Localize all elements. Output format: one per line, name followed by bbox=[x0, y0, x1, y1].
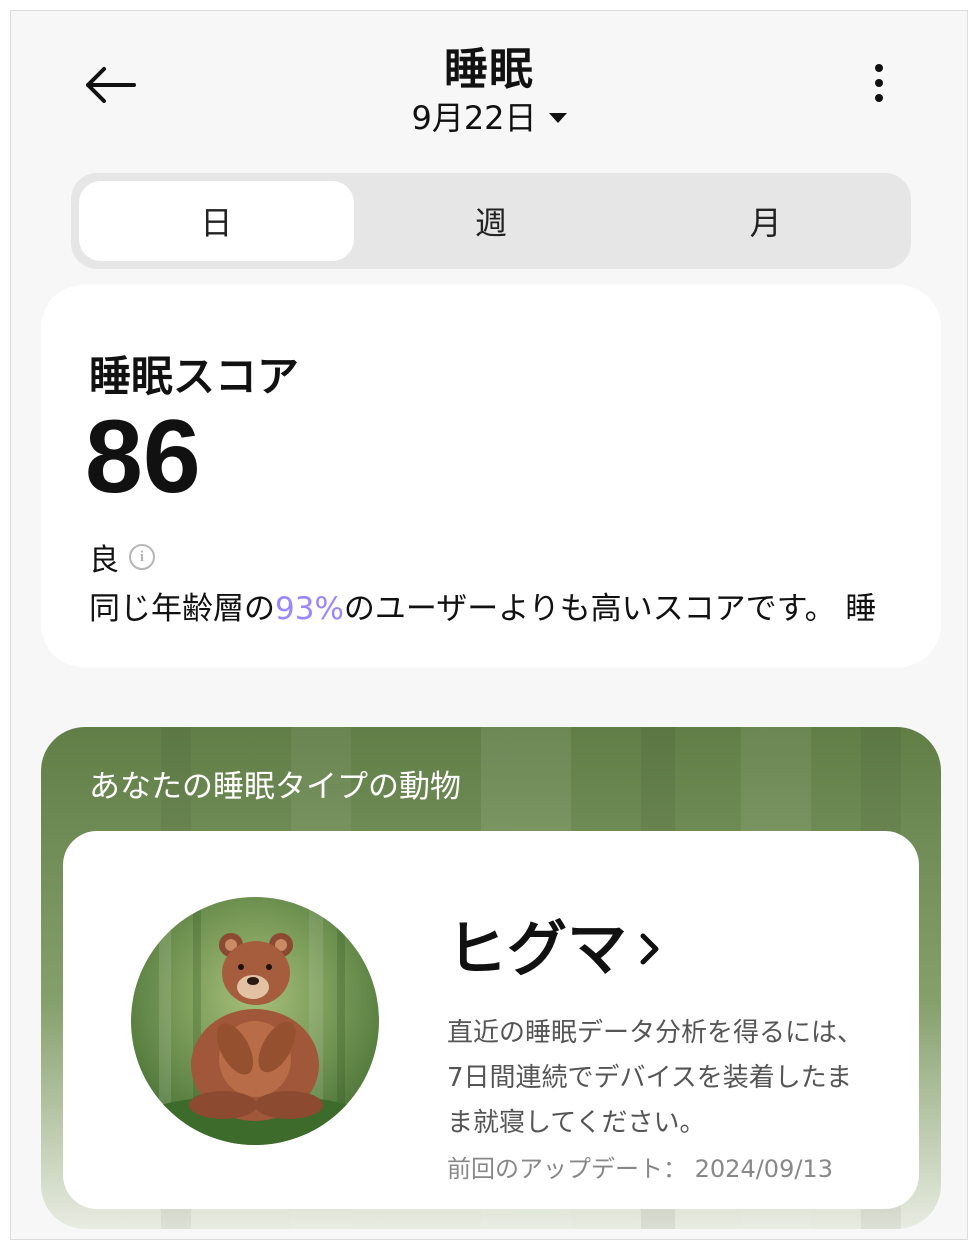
last-update-label: 前回のアップデート： bbox=[447, 1155, 687, 1183]
caret-down-icon bbox=[548, 113, 567, 123]
comparison-percent: 93% bbox=[275, 591, 344, 627]
sleep-animal-detail[interactable]: ヒグマ 直近の睡眠データ分析を得るには、7日間連続でデバイスを装着したまま就寝し… bbox=[63, 831, 919, 1209]
more-vertical-icon-dot bbox=[875, 64, 883, 72]
bear-illustration bbox=[131, 897, 379, 1145]
sleep-animal-card: あなたの睡眠タイプの動物 ヒグマ 直近の睡眠データ分析を得るには、7日間連続でデ… bbox=[41, 727, 941, 1229]
page-title: 睡眠 bbox=[444, 44, 534, 95]
comparison-suffix: のユーザーよりも高いスコアです。 睡 bbox=[343, 591, 877, 627]
sleep-animal-heading: あなたの睡眠タイプの動物 bbox=[89, 769, 461, 805]
animal-description: 直近の睡眠データ分析を得るには、7日間連続でデバイスを装着したまま就寝してくださ… bbox=[447, 1018, 864, 1138]
more-options-button[interactable] bbox=[857, 51, 901, 115]
period-tabs: 日 週 月 bbox=[71, 173, 911, 269]
animal-name-link[interactable]: ヒグマ bbox=[447, 901, 661, 988]
comparison-prefix: 同じ年齢層の bbox=[89, 591, 275, 627]
info-icon[interactable]: i bbox=[129, 544, 155, 570]
chevron-right-icon bbox=[640, 933, 659, 964]
tab-week[interactable]: 週 bbox=[354, 181, 629, 261]
sleep-score-card: 睡眠スコア 86 良 i 同じ年齢層の93%のユーザーよりも高いスコアです。 睡 bbox=[41, 285, 941, 667]
sleep-screen: 睡眠 9月22日 日 週 月 睡眠スコア 86 良 i 同じ年齢層の93%のユー… bbox=[10, 10, 968, 1240]
more-vertical-icon-dot bbox=[875, 79, 883, 87]
sleep-score-value: 86 bbox=[85, 399, 201, 515]
rating-row: 良 i bbox=[89, 535, 155, 579]
score-comparison-text: 同じ年齢層の93%のユーザーよりも高いスコアです。 睡 bbox=[89, 583, 876, 628]
tab-day[interactable]: 日 bbox=[79, 181, 354, 261]
tab-month[interactable]: 月 bbox=[628, 181, 903, 261]
last-update-date: 2024/09/13 bbox=[694, 1155, 833, 1183]
date-selector[interactable]: 9月22日 bbox=[11, 93, 967, 139]
last-update: 前回のアップデート： 2024/09/13 bbox=[447, 1149, 833, 1184]
animal-name: ヒグマ bbox=[447, 915, 627, 985]
more-vertical-icon-dot bbox=[875, 94, 883, 102]
date-label: 9月22日 bbox=[411, 99, 537, 137]
sleep-score-title: 睡眠スコア bbox=[89, 352, 300, 401]
sleep-score-rating: 良 bbox=[89, 543, 119, 578]
